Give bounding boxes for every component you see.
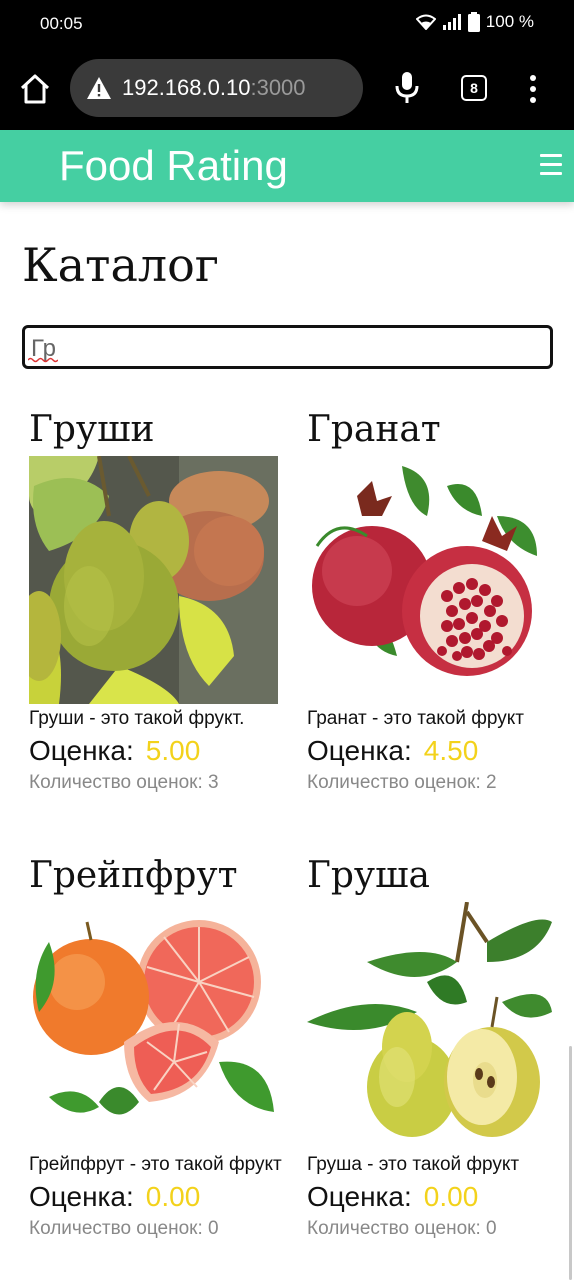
url-text[interactable]: 192.168.0.10:3000 [122,75,306,101]
page-title: Каталог [22,238,219,292]
rating-label: Оценка: [307,735,412,766]
product-title[interactable]: Грейпфрут [29,854,289,898]
browser-toolbar: 192.168.0.10:3000 8 [0,48,574,130]
status-bar: 00:05 100 % [0,0,574,48]
scrollbar-thumb[interactable] [569,1046,572,1280]
rating-count: Количество оценок: 3 [29,772,219,793]
product-image-pomegranate[interactable] [307,456,556,704]
product-image-pear[interactable] [307,902,556,1150]
rating-value: 0.00 [423,1181,479,1212]
battery-level: 100 % [485,12,534,31]
status-time: 00:05 [40,14,83,33]
rating-count: Количество оценок: 2 [307,772,497,793]
search-input[interactable] [22,325,553,369]
product-image-pears[interactable] [29,456,278,704]
product-rating: Оценка: 0.00 [307,1180,567,1214]
wifi-icon [415,14,436,30]
app-header: Food Rating [0,130,574,202]
product-rating: Оценка: 5.00 [29,734,289,768]
rating-value: 0.00 [145,1181,201,1212]
rating-label: Оценка: [29,735,134,766]
product-image-grapefruit[interactable] [29,902,278,1150]
spellcheck-underline [28,357,58,363]
warning-icon[interactable] [86,76,112,100]
url-host: 192.168.0.10 [122,75,251,100]
product-title[interactable]: Груша [307,854,567,898]
product-card[interactable]: Гранат Гранат - это такой фрукт Оценка: 4… [307,408,567,796]
product-description: Груши - это такой фрукт. [29,708,245,729]
address-bar[interactable]: 192.168.0.10:3000 [70,59,363,117]
product-description: Гранат - это такой фрукт [307,708,524,729]
microphone-icon[interactable] [394,70,420,106]
product-title[interactable]: Груши [29,408,289,452]
app-title[interactable]: Food Rating [59,142,288,190]
rating-label: Оценка: [307,1181,412,1212]
product-rating: Оценка: 0.00 [29,1180,289,1214]
product-description: Груша - это такой фрукт [307,1154,520,1175]
product-card[interactable]: Грейпфрут Грейпфрут - это такой фрукт Оц… [29,854,289,1242]
url-port: :3000 [250,75,306,100]
rating-label: Оценка: [29,1181,134,1212]
product-rating: Оценка: 4.50 [307,734,567,768]
battery-icon [467,12,480,32]
product-card[interactable]: Груши Груши - это такой фрукт. Оценка: 5.… [29,408,289,796]
signal-icon [442,14,461,30]
home-icon[interactable] [18,72,52,106]
rating-value: 4.50 [423,735,479,766]
product-description: Грейпфрут - это такой фрукт [29,1154,282,1175]
rating-value: 5.00 [145,735,201,766]
tab-switcher-button[interactable]: 8 [461,75,487,101]
hamburger-menu-icon[interactable] [540,154,562,176]
product-title[interactable]: Гранат [307,408,567,452]
rating-count: Количество оценок: 0 [307,1218,497,1239]
more-options-icon[interactable] [526,74,540,104]
product-card[interactable]: Груша Груша - это такой фрукт Оценка: 0.0… [307,854,567,1242]
rating-count: Количество оценок: 0 [29,1218,219,1239]
